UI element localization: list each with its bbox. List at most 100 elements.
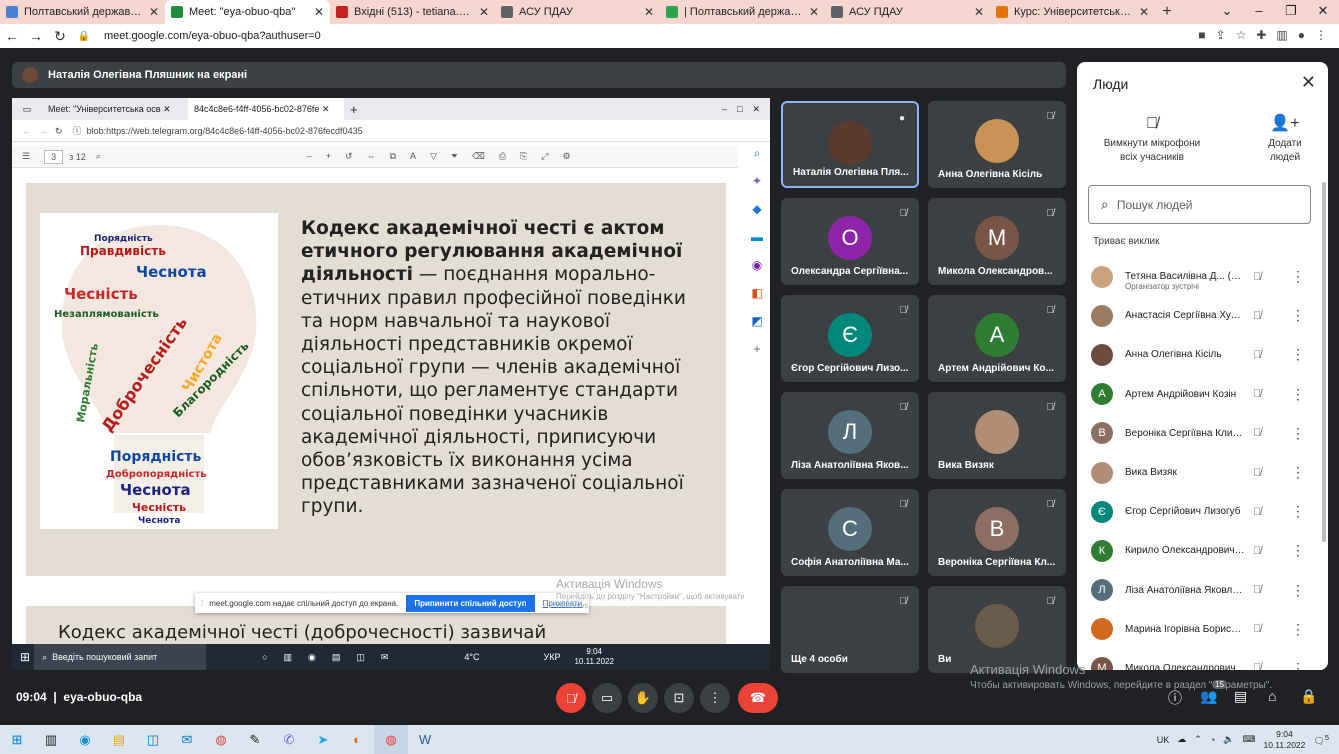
- people-icon[interactable]: 👥: [1200, 688, 1217, 705]
- close-icon[interactable]: ✕: [1301, 72, 1316, 93]
- back-icon[interactable]: ←: [0, 28, 24, 44]
- url-field[interactable]: meet.google.com/eya-obuo-qba?authuser=0: [104, 30, 321, 42]
- host-controls-icon[interactable]: 🔒: [1300, 688, 1317, 705]
- forward-icon[interactable]: →: [24, 28, 48, 44]
- more-options-icon[interactable]: ⋮: [1291, 346, 1305, 363]
- participant-row[interactable]: М Микола Олександрович... 🎙̸ ⋮: [1077, 649, 1322, 670]
- menu-icon[interactable]: ⋮: [1315, 28, 1327, 42]
- more-options-icon[interactable]: ⋮: [1291, 386, 1305, 403]
- participant-tile[interactable]: А 🎙̸ Артем Андрійович Ко...: [928, 295, 1066, 382]
- mic-toggle-button[interactable]: 🎙̸: [556, 683, 586, 713]
- activities-icon[interactable]: ⌂: [1268, 688, 1276, 704]
- participant-tile[interactable]: 🎙̸ Анна Олегівна Кісіль: [928, 101, 1066, 188]
- participant-tile[interactable]: М 🎙̸ Микола Олександров...: [928, 198, 1066, 285]
- reload-icon[interactable]: ↻: [48, 28, 72, 45]
- profile-avatar[interactable]: ●: [1298, 28, 1305, 42]
- participant-tile[interactable]: Л 🎙̸ Ліза Анатоліївна Яков...: [781, 392, 919, 479]
- more-options-icon[interactable]: ⋮: [1291, 660, 1305, 670]
- store-icon[interactable]: ◫: [136, 725, 170, 754]
- share-icon[interactable]: ⇪: [1216, 28, 1226, 42]
- tray-up-icon[interactable]: ⌃: [1194, 734, 1202, 745]
- more-options-icon[interactable]: ⋮: [1291, 542, 1305, 559]
- mic-off-icon[interactable]: 🎙̸: [1253, 506, 1261, 518]
- task-view-icon[interactable]: ▥: [34, 725, 68, 754]
- star-icon[interactable]: ☆: [1236, 28, 1247, 42]
- participant-tile[interactable]: 🎙̸ Ви: [928, 586, 1066, 673]
- cloud-icon[interactable]: ☁: [1177, 734, 1186, 745]
- participant-tile[interactable]: С 🎙̸ Софія Анатоліївна Ма...: [781, 489, 919, 576]
- start-icon[interactable]: ⊞: [0, 725, 34, 754]
- info-icon[interactable]: ⓘ: [1168, 688, 1182, 708]
- mic-off-icon[interactable]: 🎙̸: [1253, 427, 1261, 439]
- volume-icon[interactable]: 🔈: [1223, 734, 1234, 745]
- chrome-icon[interactable]: ◍: [204, 725, 238, 754]
- os-lang[interactable]: UK: [1157, 735, 1170, 745]
- participant-tile[interactable]: О 🎙̸ Олександра Сергіївна...: [781, 198, 919, 285]
- more-options-icon[interactable]: ⋮: [1291, 464, 1305, 481]
- participant-tile[interactable]: 🎙̸ Ще 4 особи: [781, 586, 919, 673]
- lock-icon[interactable]: 🔒: [72, 31, 96, 42]
- people-scrollbar[interactable]: [1322, 182, 1326, 542]
- participant-row[interactable]: Анна Олегівна Кісіль 🎙̸ ⋮: [1077, 335, 1322, 374]
- close-tab-icon[interactable]: ✕: [809, 5, 819, 19]
- leave-call-button[interactable]: ☎: [738, 683, 778, 713]
- browser-tab[interactable]: АСУ ПДАУ ✕: [495, 0, 660, 24]
- mic-off-icon[interactable]: 🎙̸: [1253, 349, 1261, 361]
- mic-off-icon[interactable]: 🎙̸: [1253, 584, 1261, 596]
- chat-icon[interactable]: ▤: [1234, 688, 1247, 705]
- participant-row[interactable]: А Артем Андрійович Козін 🎙̸ ⋮: [1077, 375, 1322, 414]
- participant-row[interactable]: К Кирило Олександрович ... 🎙̸ ⋮: [1077, 531, 1322, 570]
- participant-tile[interactable]: В 🎙̸ Вероніка Сергіївна Кл...: [928, 489, 1066, 576]
- paint-icon[interactable]: ✎: [238, 725, 272, 754]
- participant-row[interactable]: Тетяна Василівна Д... (Ви) Організатор зу…: [1077, 257, 1322, 296]
- new-tab-button[interactable]: +: [1155, 0, 1179, 24]
- firefox-icon[interactable]: ◐: [340, 725, 374, 754]
- close-tab-icon[interactable]: ✕: [314, 5, 324, 19]
- word-icon[interactable]: W: [408, 725, 442, 754]
- explorer-icon[interactable]: ▤: [102, 725, 136, 754]
- browser-tab[interactable]: Вхідні (513) - tetiana.diadyk@p ✕: [330, 0, 495, 24]
- os-clock[interactable]: 9:04 10.11.2022: [1263, 729, 1305, 751]
- extensions-icon[interactable]: ✚: [1256, 28, 1266, 42]
- viber-icon[interactable]: ✆: [272, 725, 306, 754]
- raise-hand-button[interactable]: ✋: [628, 683, 658, 713]
- close-window-button[interactable]: ✕: [1307, 0, 1339, 24]
- more-options-icon[interactable]: ⋮: [1291, 307, 1305, 324]
- browser-tab[interactable]: Курс: Університетська освіта_ ✕: [990, 0, 1155, 24]
- participant-row[interactable]: В Вероніка Сергіївна Клим... 🎙̸ ⋮: [1077, 414, 1322, 453]
- participant-tile[interactable]: 🎙̸ Вика Визяк: [928, 392, 1066, 479]
- mic-off-icon[interactable]: 🎙̸: [1253, 623, 1261, 635]
- tab-search-icon[interactable]: ⌄: [1211, 0, 1243, 24]
- close-tab-icon[interactable]: ✕: [1139, 5, 1149, 19]
- more-options-icon[interactable]: ⋮: [1291, 425, 1305, 442]
- participant-tile[interactable]: ● Наталія Олегівна Пля...: [781, 101, 919, 188]
- participant-row[interactable]: Марина Ігорівна Борисо... 🎙̸ ⋮: [1077, 610, 1322, 649]
- restore-button[interactable]: ❐: [1275, 0, 1307, 24]
- close-tab-icon[interactable]: ✕: [644, 5, 654, 19]
- close-tab-icon[interactable]: ✕: [479, 5, 489, 19]
- present-button[interactable]: ⊡: [664, 683, 694, 713]
- camera-toggle-button[interactable]: ▭: [592, 683, 622, 713]
- add-people-button[interactable]: 👤+ Додати людей: [1257, 116, 1313, 165]
- more-options-icon[interactable]: ⋮: [1291, 582, 1305, 599]
- mic-off-icon[interactable]: 🎙̸: [1253, 310, 1261, 322]
- network-icon[interactable]: ◔: [1210, 735, 1215, 745]
- edge-icon[interactable]: ◉: [68, 725, 102, 754]
- ime-icon[interactable]: ⌨: [1242, 734, 1255, 745]
- mic-off-icon[interactable]: 🎙̸: [1253, 662, 1261, 670]
- notifications-icon[interactable]: 🗨5: [1313, 733, 1329, 747]
- mute-all-button[interactable]: 🎙̸ Вимкнути мікрофони всіх учасників: [1097, 116, 1207, 165]
- more-options-icon[interactable]: ⋮: [1291, 503, 1305, 520]
- browser-tab[interactable]: АСУ ПДАУ ✕: [825, 0, 990, 24]
- mic-off-icon[interactable]: 🎙̸: [1253, 467, 1261, 479]
- people-search-input[interactable]: ⌕ Пошук людей: [1088, 185, 1311, 224]
- participant-row[interactable]: Є Єгор Сергійович Лизогуб 🎙̸ ⋮: [1077, 492, 1322, 531]
- mail-icon[interactable]: ✉: [170, 725, 204, 754]
- more-options-icon[interactable]: ⋮: [1291, 268, 1305, 285]
- mic-off-icon[interactable]: 🎙̸: [1253, 545, 1261, 557]
- mic-off-icon[interactable]: 🎙̸: [1253, 388, 1261, 400]
- chrome-active-icon[interactable]: ◍: [374, 725, 408, 754]
- participant-row[interactable]: Л Ліза Анатоліївна Яковлєва 🎙̸ ⋮: [1077, 571, 1322, 610]
- browser-tab[interactable]: | Полтавський державний агра ✕: [660, 0, 825, 24]
- participant-tile[interactable]: Є 🎙̸ Єгор Сергійович Лизо...: [781, 295, 919, 382]
